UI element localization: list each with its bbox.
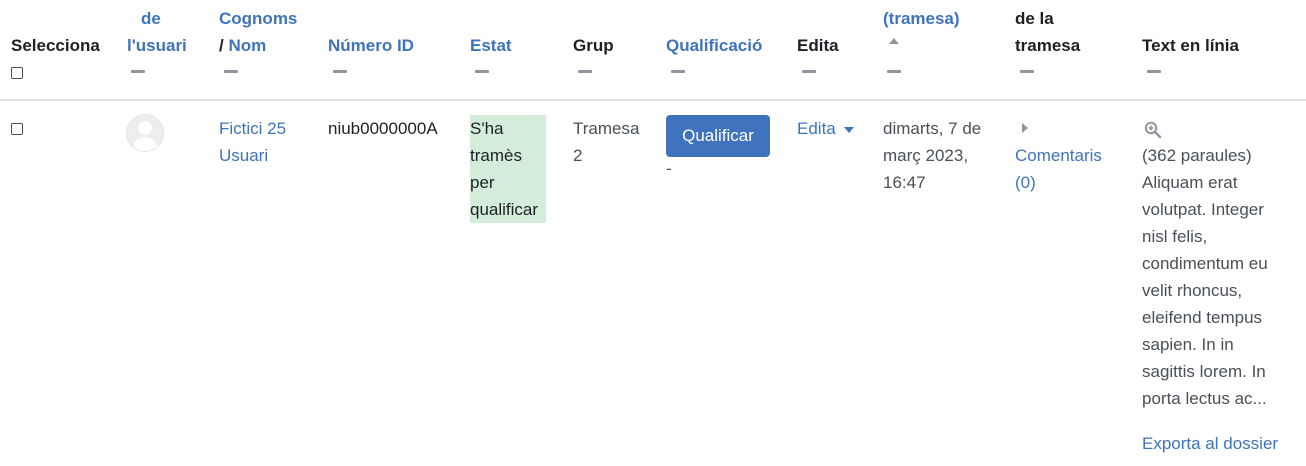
zoom-in-icon[interactable] <box>1144 121 1162 139</box>
user-name-line1[interactable]: Fictici 25 <box>219 115 286 142</box>
modified-line: 16:47 <box>883 173 926 192</box>
header-group: Grup <box>573 36 614 55</box>
collapse-column-icon[interactable] <box>333 70 347 73</box>
user-fullname-link[interactable]: Fictici 25 Usuari <box>219 115 286 169</box>
header-surname-link[interactable]: Cognoms <box>219 5 297 32</box>
status-line: S'ha <box>470 119 504 138</box>
header-comments-line1: de la <box>1015 9 1054 28</box>
grade-value: - <box>666 159 672 178</box>
grade-button[interactable]: Qualificar <box>666 115 770 157</box>
collapse-column-icon[interactable] <box>131 70 145 73</box>
status-badge: S'ha tramès per qualificar <box>470 115 546 223</box>
select-all-checkbox[interactable] <box>11 67 23 79</box>
onlinetext-summary: (362 paraules) Aliquam erat volutpat. In… <box>1142 142 1268 412</box>
onlinetext-line: sapien. In in <box>1142 335 1234 354</box>
collapse-column-icon[interactable] <box>887 70 901 73</box>
comments-line2[interactable]: (0) <box>1015 169 1102 196</box>
header-edit: Edita <box>797 36 839 55</box>
user-avatar[interactable] <box>126 114 164 152</box>
onlinetext-line: Aliquam erat <box>1142 173 1238 192</box>
header-firstname-link[interactable]: Nom <box>228 36 266 55</box>
header-select: Selecciona <box>11 36 100 55</box>
collapse-column-icon[interactable] <box>1020 70 1034 73</box>
onlinetext-line: eleifend tempus <box>1142 308 1263 327</box>
header-comments-line2: tramesa <box>1015 36 1081 55</box>
onlinetext-line: sagittis lorem. In <box>1142 362 1266 381</box>
avatar-head-shape <box>138 121 152 135</box>
row-select-checkbox[interactable] <box>11 123 23 135</box>
collapse-column-icon[interactable] <box>578 70 592 73</box>
edit-menu-dropdown[interactable]: Edita <box>797 115 854 142</box>
header-user-picture-line2[interactable]: l'usuari <box>127 32 187 59</box>
user-name-line2[interactable]: Usuari <box>219 142 286 169</box>
collapse-column-icon[interactable] <box>224 70 238 73</box>
group-value: Tramesa 2 <box>573 115 639 169</box>
avatar-body-shape <box>132 137 158 151</box>
header-divider <box>0 99 1306 101</box>
status-line: per <box>470 173 495 192</box>
modified-line: dimarts, 7 de <box>883 119 982 138</box>
header-grade-link[interactable]: Qualificació <box>666 32 762 59</box>
onlinetext-line: porta lectus ac... <box>1142 389 1267 408</box>
header-user-picture[interactable]: de <box>141 5 161 32</box>
onlinetext-line: condimentum eu <box>1142 254 1268 273</box>
onlinetext-line: velit rhoncus, <box>1142 281 1243 300</box>
collapse-column-icon[interactable] <box>671 70 685 73</box>
collapse-column-icon[interactable] <box>475 70 489 73</box>
status-line: tramès <box>470 146 522 165</box>
group-line2: 2 <box>573 146 583 165</box>
onlinetext-line: volutpat. Integer <box>1142 200 1264 219</box>
onlinetext-line: (362 paraules) <box>1142 146 1252 165</box>
header-onlinetext: Text en línia <box>1142 36 1239 55</box>
group-line1: Tramesa <box>573 119 640 138</box>
sort-ascending-icon <box>889 38 899 44</box>
collapse-column-icon[interactable] <box>1147 70 1161 73</box>
header-idnumber-link[interactable]: Número ID <box>328 32 414 59</box>
header-lastmodified-link[interactable]: (tramesa) <box>883 5 960 32</box>
export-portfolio-link[interactable]: Exporta al dossier <box>1142 430 1278 457</box>
edit-menu-label[interactable]: Edita <box>797 119 836 138</box>
header-status-link[interactable]: Estat <box>470 32 512 59</box>
collapse-column-icon[interactable] <box>802 70 816 73</box>
onlinetext-line: nisl felis, <box>1142 227 1208 246</box>
last-modified-value: dimarts, 7 de març 2023, 16:47 <box>883 115 981 196</box>
header-name-slash: / <box>219 36 224 55</box>
modified-line: març 2023, <box>883 146 969 165</box>
caret-down-icon <box>843 126 854 133</box>
header-name: / Nom <box>219 32 266 59</box>
status-line: qualificar <box>470 200 539 219</box>
expand-comments-icon[interactable] <box>1022 123 1028 133</box>
idnumber-value: niub0000000A <box>328 119 438 138</box>
comments-line1[interactable]: Comentaris <box>1015 142 1102 169</box>
comments-link[interactable]: Comentaris (0) <box>1015 142 1102 196</box>
